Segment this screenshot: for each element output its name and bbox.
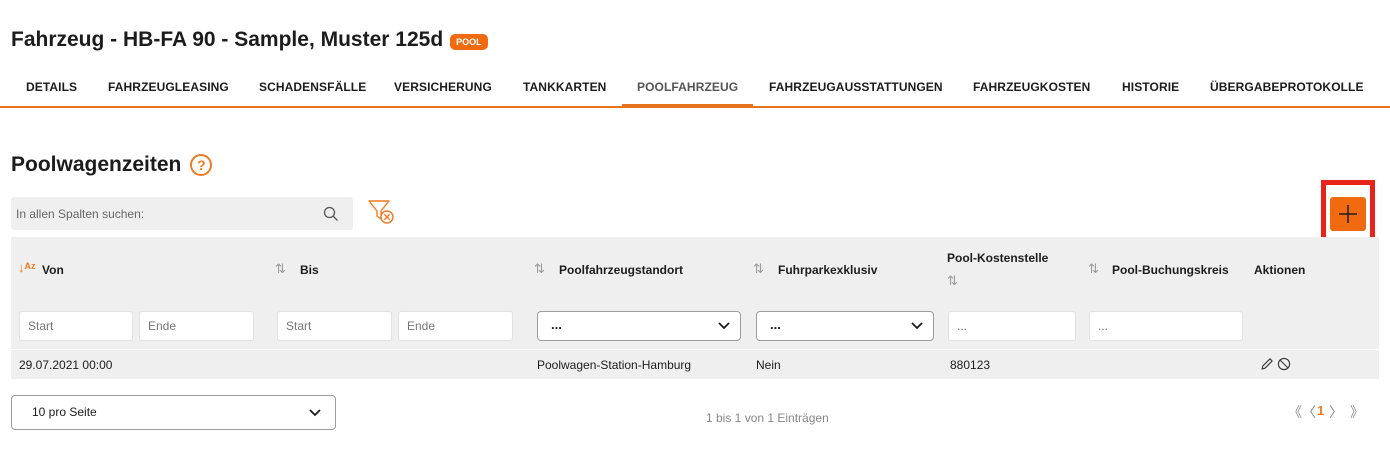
cell-fuhrparkexklusiv: Nein	[756, 358, 781, 372]
von-start-filter[interactable]	[19, 311, 133, 341]
sort-icon[interactable]: ⇅	[753, 261, 764, 277]
plus-icon	[1339, 205, 1357, 223]
column-header-von[interactable]: Von	[42, 263, 64, 277]
sort-icon[interactable]: ⇅	[275, 261, 286, 277]
tab-poolfahrzeug[interactable]: POOLFAHRZEUG	[637, 80, 738, 94]
active-tab-indicator	[622, 104, 753, 107]
standort-filter-value: ...	[551, 317, 562, 332]
page-size-select[interactable]: 10 pro Seite	[11, 395, 336, 430]
sort-icon[interactable]: ⇅	[534, 261, 545, 277]
sort-icon[interactable]: ⇅	[1088, 261, 1099, 277]
chevron-down-icon	[718, 322, 730, 330]
table-row[interactable]: 29.07.2021 00:00 Poolwagen-Station-Hambu…	[11, 349, 1379, 379]
section-title: Poolwagenzeiten	[11, 153, 182, 176]
column-header-fuhrparkexklusiv[interactable]: Fuhrparkexklusiv	[778, 263, 877, 277]
search-icon[interactable]	[323, 206, 339, 222]
tab-bar: DETAILS FAHRZEUGLEASING SCHADENSFÄLLE VE…	[0, 70, 1390, 108]
bis-start-filter[interactable]	[277, 311, 392, 341]
tab-details[interactable]: DETAILS	[26, 80, 77, 94]
buchungskreis-filter[interactable]	[1089, 311, 1243, 341]
next-page-icon[interactable]: 〉	[1329, 402, 1343, 422]
title-row: Fahrzeug - HB-FA 90 - Sample, Muster 125…	[11, 28, 488, 52]
page-size-value: 10 pro Seite	[32, 405, 97, 419]
exklusiv-filter-select[interactable]: ...	[756, 311, 934, 341]
bis-ende-filter[interactable]	[398, 311, 513, 341]
standort-filter-select[interactable]: ...	[537, 311, 741, 341]
column-header-buchungskreis[interactable]: Pool-Buchungskreis	[1112, 263, 1229, 277]
tab-historie[interactable]: HISTORIE	[1122, 80, 1179, 94]
tab-schadensfaelle[interactable]: SCHADENSFÄLLE	[259, 80, 366, 94]
block-icon[interactable]	[1277, 357, 1291, 371]
von-ende-filter[interactable]	[139, 311, 254, 341]
prev-page-icon[interactable]: 〈	[1302, 402, 1316, 422]
tab-fahrzeugkosten[interactable]: FAHRZEUGKOSTEN	[973, 80, 1090, 94]
cell-von: 29.07.2021 00:00	[19, 358, 113, 372]
cell-standort: Poolwagen-Station-Hamburg	[537, 358, 692, 372]
exklusiv-filter-value: ...	[770, 317, 781, 332]
chevron-down-icon	[309, 409, 321, 417]
help-icon[interactable]: ?	[190, 154, 213, 176]
last-page-icon[interactable]: 》	[1350, 402, 1364, 422]
sort-icon[interactable]: ⇅	[947, 273, 958, 289]
pool-badge: POOL	[450, 34, 488, 50]
search-input[interactable]	[11, 197, 311, 230]
pencil-icon[interactable]	[1260, 357, 1274, 371]
chevron-down-icon	[911, 322, 923, 330]
tab-tankkarten[interactable]: TANKKARTEN	[523, 80, 606, 94]
tab-fahrzeugleasing[interactable]: FAHRZEUGLEASING	[108, 80, 229, 94]
tab-uebergabeprotokolle[interactable]: ÜBERGABEPROTOKOLLE	[1210, 80, 1364, 94]
column-header-standort[interactable]: Poolfahrzeugstandort	[559, 263, 683, 277]
section-header: Poolwagenzeiten ?	[11, 153, 213, 177]
sort-asc-icon[interactable]: ↓ᴬᶻ	[18, 260, 36, 275]
column-header-aktionen: Aktionen	[1254, 263, 1306, 277]
search-box	[11, 197, 353, 230]
clear-filter-icon[interactable]	[367, 198, 397, 226]
entries-info: 1 bis 1 von 1 Einträgen	[706, 411, 829, 425]
page-title: Fahrzeug - HB-FA 90 - Sample, Muster 125…	[11, 28, 444, 51]
tab-versicherung[interactable]: VERSICHERUNG	[394, 80, 492, 94]
current-page[interactable]: 1	[1317, 403, 1324, 418]
add-button[interactable]	[1330, 197, 1366, 231]
cell-kostenstelle: 880123	[950, 358, 991, 372]
column-header-kostenstelle[interactable]: Pool-Kostenstelle	[947, 251, 1048, 265]
column-header-bis[interactable]: Bis	[300, 263, 319, 277]
first-page-icon[interactable]: 《	[1288, 402, 1302, 422]
tab-fahrzeugausstattungen[interactable]: FAHRZEUGAUSSTATTUNGEN	[769, 80, 943, 94]
kostenstelle-filter[interactable]	[948, 311, 1076, 341]
